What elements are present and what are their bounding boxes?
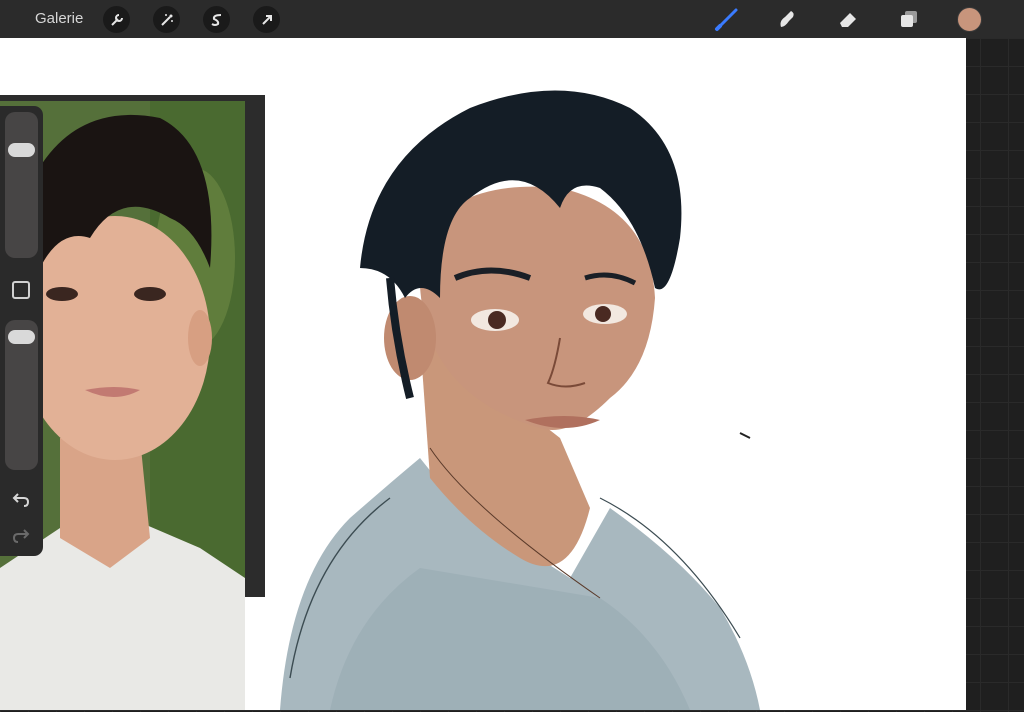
transform-arrow-icon[interactable] [253,6,280,33]
gallery-button[interactable]: Galerie [35,10,83,27]
undo-icon[interactable] [10,488,32,510]
opacity-slider[interactable] [5,320,38,470]
side-toolbar [0,106,43,556]
selection-icon[interactable] [203,6,230,33]
top-toolbar: Galerie [0,0,1024,38]
painted-portrait[interactable] [280,90,760,711]
opacity-knob[interactable] [8,330,35,345]
magic-wand-icon[interactable] [153,6,180,33]
square-icon[interactable] [12,281,30,299]
eraser-icon[interactable] [834,5,862,33]
redo-icon[interactable] [10,524,32,546]
brush-icon[interactable] [713,5,741,33]
brush-size-slider[interactable] [5,112,38,258]
color-swatch[interactable] [957,7,982,32]
drawing-canvas[interactable] [0,38,966,710]
layers-icon[interactable] [895,5,923,33]
wrench-icon[interactable] [103,6,130,33]
brush-size-knob[interactable] [8,143,35,158]
smudge-icon[interactable] [773,5,801,33]
